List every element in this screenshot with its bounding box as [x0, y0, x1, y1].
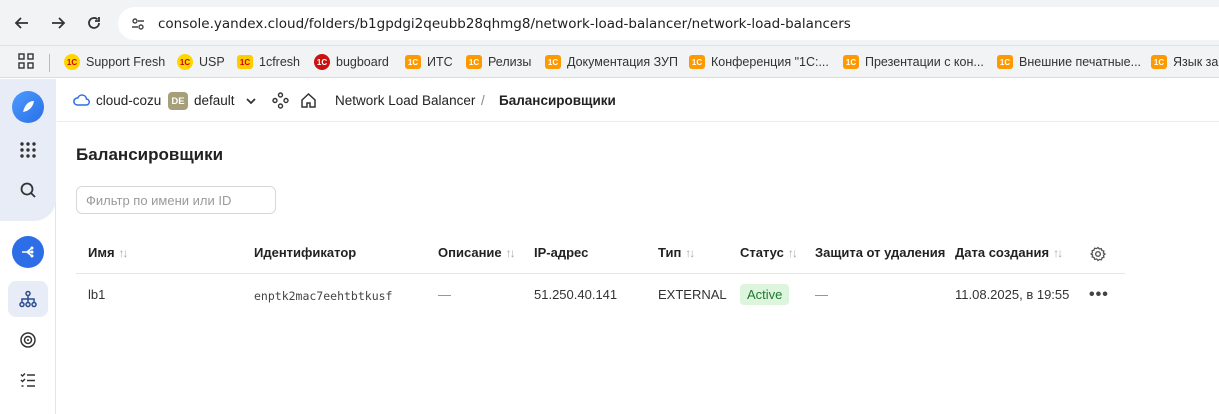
- cell-description: —: [438, 287, 451, 302]
- bookmarks-divider: [49, 54, 50, 72]
- 1c-icon: 1С: [405, 55, 421, 69]
- more-actions-icon[interactable]: •••: [1089, 286, 1109, 304]
- resource-graph-icon[interactable]: [272, 92, 289, 112]
- filter-input[interactable]: [76, 186, 276, 214]
- 1c-icon: 1С: [237, 55, 253, 69]
- forward-icon[interactable]: [46, 11, 70, 35]
- 1c-icon: 1С: [843, 55, 859, 69]
- column-header-created[interactable]: Дата создания ↑↓: [955, 245, 1063, 260]
- bookmark-usp[interactable]: 1С USP: [177, 53, 225, 71]
- column-header-status[interactable]: Статус ↑↓: [740, 245, 798, 260]
- back-icon[interactable]: [10, 11, 34, 35]
- column-label: Защита от удаления: [815, 245, 946, 260]
- operations-list-icon[interactable]: [16, 368, 40, 392]
- column-header-deletion-protection: Защита от удаления: [815, 245, 945, 260]
- cloud-icon: [72, 92, 90, 111]
- bookmark-label: USP: [199, 55, 225, 69]
- all-services-grid-icon[interactable]: [16, 138, 40, 162]
- column-label: Описание: [438, 245, 502, 260]
- folder-badge: DE: [168, 92, 188, 110]
- bookmark-bugboard[interactable]: 1С bugboard: [314, 53, 389, 71]
- 1c-icon: 1С: [177, 54, 193, 70]
- bookmark-1cfresh[interactable]: 1С 1cfresh: [237, 53, 300, 71]
- sort-icon[interactable]: ↑↓: [506, 246, 516, 260]
- bookmark-releases[interactable]: 1С Релизы: [466, 53, 531, 71]
- 1c-icon: 1С: [545, 55, 561, 69]
- left-navigation: [0, 79, 56, 414]
- sort-icon[interactable]: ↑↓: [788, 246, 798, 260]
- sort-icon[interactable]: ↑↓: [1053, 246, 1063, 260]
- bookmark-print-forms[interactable]: 1С Внешние печатные...: [997, 53, 1141, 71]
- 1c-icon: 1С: [689, 55, 705, 69]
- sort-icon[interactable]: ↑↓: [119, 246, 129, 260]
- column-header-ip: IP-адрес: [534, 245, 588, 260]
- status-badge: Active: [740, 284, 790, 305]
- target-groups-icon[interactable]: [16, 328, 40, 352]
- bookmarks-bar: 1С Support Fresh 1С USP 1С 1cfresh 1С bu…: [0, 46, 1219, 78]
- breadcrumb-current: Балансировщики: [499, 93, 616, 108]
- bookmark-label: bugboard: [336, 55, 389, 69]
- breadcrumb-separator: /: [481, 93, 485, 108]
- table-settings-gear-icon[interactable]: [1089, 246, 1107, 265]
- bookmark-label: 1cfresh: [259, 55, 300, 69]
- site-info-icon[interactable]: [130, 16, 146, 35]
- 1c-icon: 1С: [1151, 55, 1167, 69]
- breadcrumb: cloud-cozu DE default Network Load Balan…: [57, 79, 1219, 122]
- apps-grid-icon[interactable]: [18, 53, 34, 72]
- reload-icon[interactable]: [82, 11, 106, 35]
- bookmark-label: Язык заг: [1173, 55, 1219, 69]
- column-label: Тип: [658, 245, 682, 260]
- breadcrumb-service[interactable]: Network Load Balancer: [335, 93, 475, 108]
- cell-name[interactable]: lb1: [88, 287, 105, 302]
- cell-id: enptk2mac7eehtbtkusf: [254, 289, 393, 303]
- cell-deletion-protection: —: [815, 287, 828, 302]
- cell-ip: 51.250.40.141: [534, 287, 618, 302]
- breadcrumb-folder[interactable]: default: [194, 93, 235, 108]
- column-header-type[interactable]: Тип ↑↓: [658, 245, 695, 260]
- bookmark-label: Конференция "1С:...: [711, 55, 829, 69]
- balancers-tree-icon[interactable]: [8, 281, 48, 317]
- browser-toolbar: console.yandex.cloud/folders/b1gpdgi2qeu…: [0, 0, 1219, 46]
- bookmark-support-fresh[interactable]: 1С Support Fresh: [64, 53, 165, 71]
- column-label: Дата создания: [955, 245, 1050, 260]
- column-label: IP-адрес: [534, 245, 589, 260]
- bookmark-label: Support Fresh: [86, 55, 166, 69]
- bookmark-its[interactable]: 1С ИТС: [405, 53, 453, 71]
- column-label: Идентификатор: [254, 245, 357, 260]
- load-balancer-service-icon[interactable]: [12, 236, 44, 268]
- bookmark-conference[interactable]: 1С Конференция "1С:...: [689, 53, 829, 71]
- page-title: Балансировщики: [76, 145, 224, 164]
- bookmark-label: Внешние печатные...: [1019, 55, 1142, 69]
- bookmark-docs-zup[interactable]: 1С Документация ЗУП: [545, 53, 678, 71]
- home-icon[interactable]: [300, 92, 317, 112]
- bookmark-presentations[interactable]: 1С Презентации с кон...: [843, 53, 984, 71]
- address-bar[interactable]: console.yandex.cloud/folders/b1gpdgi2qeu…: [118, 7, 1219, 40]
- bookmark-label: Релизы: [488, 55, 532, 69]
- 1c-red-icon: 1С: [314, 54, 330, 70]
- url-text[interactable]: console.yandex.cloud/folders/b1gpdgi2qeu…: [158, 16, 851, 32]
- column-label: Статус: [740, 245, 784, 260]
- column-label: Имя: [88, 245, 115, 260]
- 1c-icon: 1С: [997, 55, 1013, 69]
- column-header-description[interactable]: Описание ↑↓: [438, 245, 516, 260]
- bookmark-language[interactable]: 1С Язык заг: [1151, 53, 1219, 71]
- cell-created: 11.08.2025, в 19:55: [955, 287, 1070, 302]
- search-icon[interactable]: [16, 178, 40, 202]
- yandex-cloud-logo-icon[interactable]: [12, 91, 44, 123]
- bookmark-label: Презентации с кон...: [865, 55, 984, 69]
- chevron-down-icon[interactable]: [244, 94, 258, 111]
- sort-icon[interactable]: ↑↓: [685, 246, 695, 260]
- cell-type: EXTERNAL: [658, 287, 727, 302]
- bookmark-label: ИТС: [427, 55, 453, 69]
- 1c-icon: 1С: [64, 54, 80, 70]
- column-header-name[interactable]: Имя ↑↓: [88, 245, 129, 260]
- column-header-id: Идентификатор: [254, 245, 356, 260]
- 1c-icon: 1С: [466, 55, 482, 69]
- table-header-divider: [76, 273, 1125, 274]
- bookmark-label: Документация ЗУП: [567, 55, 678, 69]
- breadcrumb-cloud[interactable]: cloud-cozu: [96, 93, 161, 108]
